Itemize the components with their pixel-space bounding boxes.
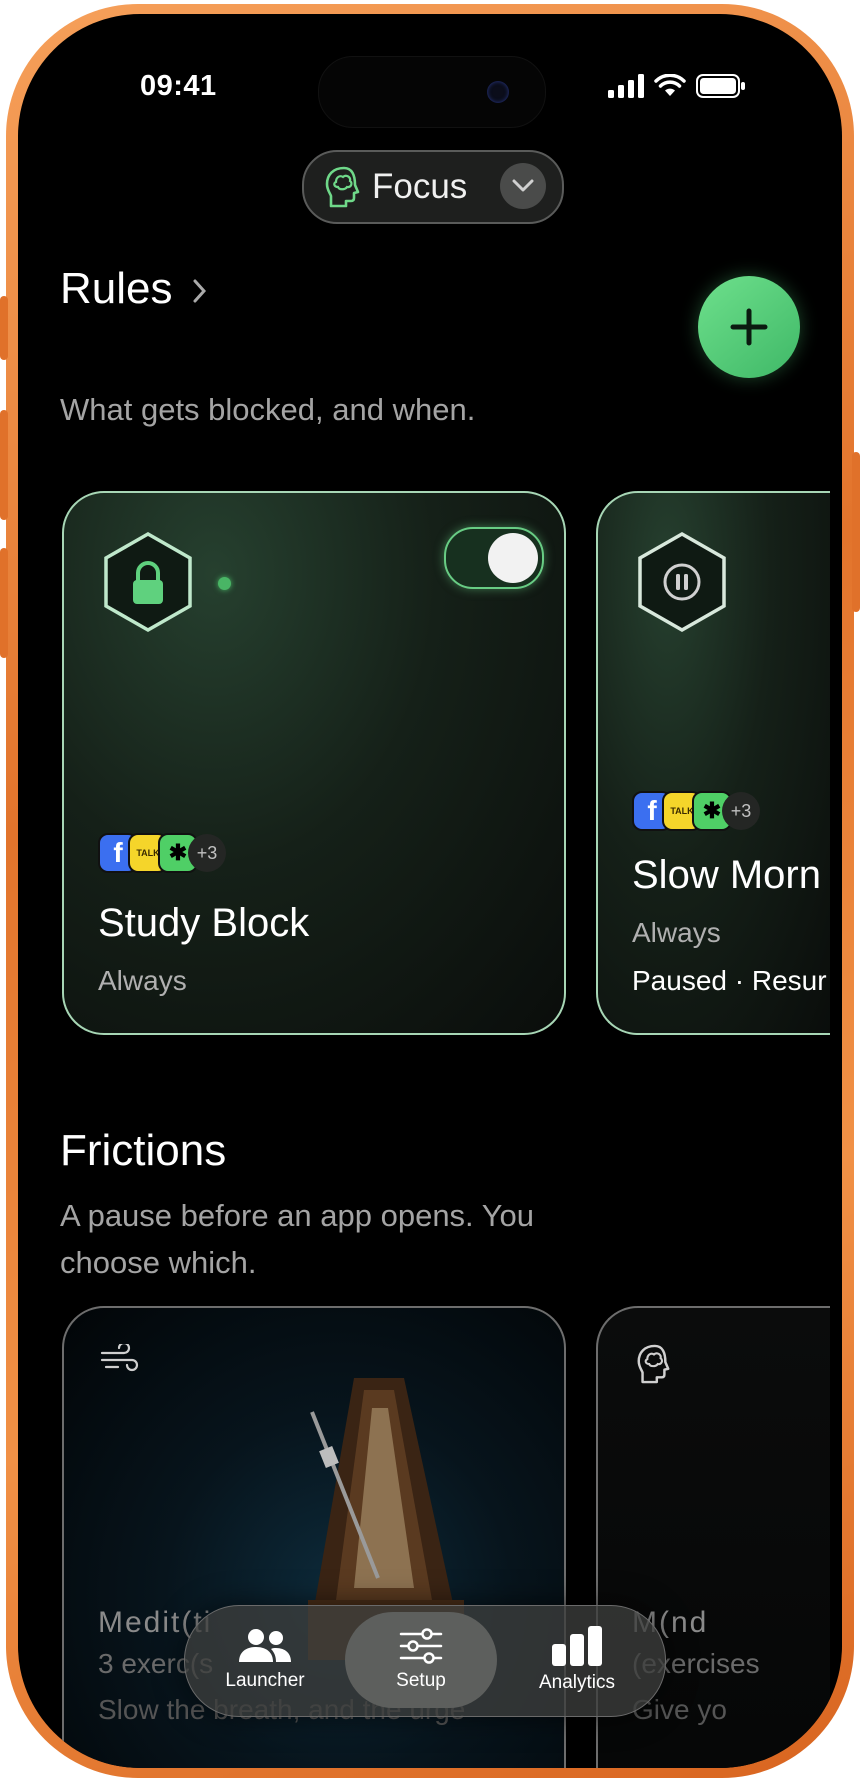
active-indicator-dot bbox=[218, 577, 231, 590]
dynamic-island bbox=[318, 56, 546, 128]
frictions-title: Frictions bbox=[60, 1126, 227, 1175]
frictions-subtitle-line: choose which. bbox=[60, 1245, 257, 1280]
focus-dropdown-button[interactable] bbox=[500, 163, 546, 209]
tab-label: Analytics bbox=[538, 1672, 616, 1693]
battery-icon bbox=[696, 74, 745, 98]
rule-enabled-toggle[interactable] bbox=[444, 527, 544, 589]
blocked-apps-list: f TALK ✱ +3 bbox=[632, 791, 760, 831]
rule-card-study-block[interactable]: f TALK ✱ +3 Study Block Always bbox=[62, 491, 566, 1035]
brain-head-icon bbox=[637, 1344, 670, 1384]
rule-card-slow-morning[interactable]: f TALK ✱ +3 Slow Morn Always Paused · Re… bbox=[596, 491, 830, 1035]
bottom-tab-bar: Launcher Setup Analytics bbox=[184, 1605, 666, 1717]
tab-label: Setup bbox=[396, 1670, 446, 1691]
more-apps-count: +3 bbox=[722, 792, 760, 830]
rule-schedule: Always bbox=[632, 917, 721, 948]
bar-chart-icon bbox=[552, 1626, 602, 1666]
brain-head-icon bbox=[325, 166, 360, 208]
hexagon-badge bbox=[638, 531, 726, 633]
rules-subtitle: What gets blocked, and when. bbox=[60, 392, 476, 427]
volume-down-button bbox=[0, 548, 8, 658]
tab-analytics[interactable]: Analytics bbox=[501, 1612, 653, 1708]
wind-icon bbox=[100, 1344, 139, 1372]
cellular-signal-icon bbox=[608, 74, 644, 98]
wifi-icon bbox=[654, 74, 686, 96]
focus-mode-label: Focus bbox=[372, 167, 468, 206]
tab-label: Launcher bbox=[225, 1670, 305, 1691]
focus-mode-selector[interactable]: Focus bbox=[302, 150, 564, 224]
rules-title: Rules bbox=[60, 264, 173, 313]
rules-header[interactable]: Rules bbox=[60, 264, 209, 314]
camera-icon bbox=[487, 81, 509, 103]
rule-status: Paused · Resur bbox=[632, 965, 827, 996]
action-button bbox=[0, 296, 8, 360]
rule-schedule: Always bbox=[98, 965, 187, 996]
status-icons bbox=[608, 74, 746, 98]
add-rule-button[interactable] bbox=[698, 276, 800, 378]
rule-name: Study Block bbox=[98, 901, 310, 945]
people-icon bbox=[239, 1629, 291, 1662]
toggle-knob bbox=[488, 533, 538, 583]
chevron-down-icon bbox=[512, 179, 534, 192]
plus-icon bbox=[730, 308, 768, 346]
sliders-icon bbox=[399, 1628, 443, 1664]
rule-name: Slow Morn bbox=[632, 853, 821, 897]
hexagon-badge bbox=[104, 531, 192, 633]
power-button bbox=[852, 452, 860, 612]
blocked-apps-list: f TALK ✱ +3 bbox=[98, 833, 226, 873]
status-time: 09:41 bbox=[140, 70, 217, 102]
screen: 09:41 Focus Rules What gets blocked, and… bbox=[18, 14, 842, 1768]
tab-launcher[interactable]: Launcher bbox=[189, 1612, 341, 1708]
frictions-subtitle: A pause before an app opens. You choose … bbox=[60, 1192, 534, 1286]
more-apps-count: +3 bbox=[188, 834, 226, 872]
volume-up-button bbox=[0, 410, 8, 520]
chevron-right-icon bbox=[193, 279, 206, 303]
frictions-subtitle-line: A pause before an app opens. You bbox=[60, 1198, 535, 1233]
tab-setup[interactable]: Setup bbox=[345, 1612, 497, 1708]
